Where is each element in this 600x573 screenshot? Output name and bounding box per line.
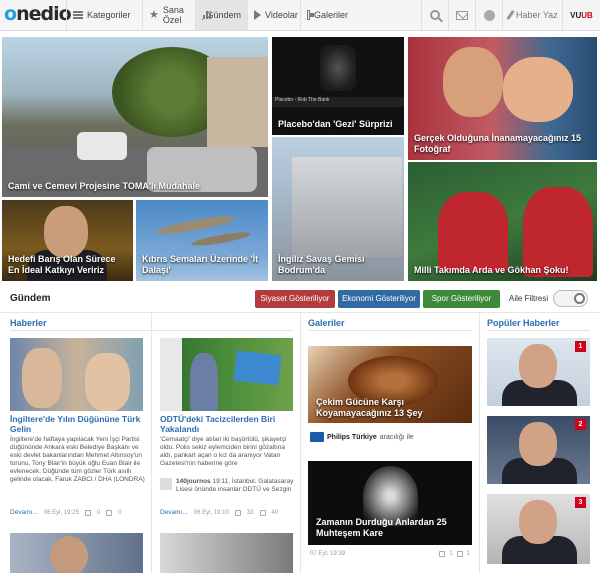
galeriler-heading[interactable]: Galeriler <box>308 318 345 328</box>
menu-icon <box>73 11 83 19</box>
nav-label: Videolar <box>265 10 298 20</box>
star-icon: ★ <box>149 9 159 21</box>
comment-count: 40 <box>271 509 279 516</box>
nav-kategoriler[interactable]: Kategoriler <box>66 0 142 30</box>
sponsor-row[interactable]: Philips Türkiye aracılığı ile <box>310 432 414 442</box>
search-icon <box>430 10 440 20</box>
hero-caption: Kıbrıs Semaları Üzerinde 'İt Dalaşı' <box>142 254 259 275</box>
share-count: 0 <box>96 509 101 516</box>
share-icon[interactable] <box>84 509 91 516</box>
nav-label: Galeriler <box>313 10 348 20</box>
gallery-date: 07 Eyl, 19:39 <box>310 551 346 557</box>
vuub-label: VUUB <box>570 10 593 20</box>
nav-gundem[interactable]: Gündem <box>195 0 247 30</box>
write-news-button[interactable]: Haber Yaz <box>502 0 562 30</box>
site-logo[interactable]: onedio <box>4 3 72 25</box>
news-image-bottom-2[interactable] <box>160 533 293 573</box>
hero-caption: İngiliz Savaş Gemisi Bodrum'da <box>278 254 365 275</box>
gundem-heading: Gündem <box>10 293 51 304</box>
gallery-icon <box>307 10 314 20</box>
news-title[interactable]: ODTÜ'deki Tacizcilerden Biri Yakalandı <box>160 414 296 434</box>
filter-ekonomi-button[interactable]: Ekonomi Gösteriliyor <box>338 290 420 308</box>
video-channel-label: Placebo - Rob The Bank <box>272 97 404 107</box>
hero-tile-milli-takim[interactable]: Milli Takımda Arda ve Gökhan Şoku! <box>408 162 597 281</box>
comment-icon[interactable] <box>106 509 113 516</box>
hero-caption: Cami ve Cemevi Projesine TOMA'lı Müdahal… <box>8 181 201 191</box>
share-icon[interactable] <box>439 551 446 557</box>
tweet-avatar <box>160 478 172 490</box>
messages-button[interactable] <box>448 0 475 30</box>
nav-galeriler[interactable]: Galeriler <box>300 0 354 30</box>
search-button[interactable] <box>421 0 448 30</box>
comment-icon[interactable] <box>456 551 463 557</box>
comment-count: 1 <box>466 551 470 557</box>
popular-item-1[interactable]: 1 <box>487 338 590 406</box>
sponsor-suffix: aracılığı ile <box>379 433 414 441</box>
pencil-icon <box>506 10 515 20</box>
filter-spor-button[interactable]: Spor Gösteriliyor <box>423 290 500 308</box>
globe-icon <box>483 9 495 21</box>
family-filter-label: Aile Filtresi <box>509 294 549 303</box>
news-image-odtu[interactable] <box>160 338 293 411</box>
popular-item-3[interactable]: 3 <box>487 494 590 564</box>
comment-count: 0 <box>118 509 122 516</box>
mail-icon <box>456 10 468 20</box>
write-label: Haber Yaz <box>516 10 558 20</box>
hero-tile-savas-gemisi[interactable]: İngiliz Savaş Gemisi Bodrum'da <box>272 137 404 281</box>
vuub-link[interactable]: VUUB <box>562 0 600 30</box>
tweet-user: 140journos <box>176 478 211 485</box>
share-count: 1 <box>449 551 453 557</box>
haberler-heading[interactable]: Haberler <box>10 318 47 328</box>
toggle-knob <box>574 293 585 304</box>
news-date: 06 Eyl, 19:10 <box>193 509 229 516</box>
hero-caption: Placebo'dan 'Gezi' Sürprizi <box>278 119 393 129</box>
hero-tile-toma[interactable]: Cami ve Cemevi Projesine TOMA'lı Müdahal… <box>2 37 268 197</box>
hero-tile-baris[interactable]: Hedefi Barış Olan Sürece En İdeal Katkıy… <box>2 200 133 281</box>
gallery-footer: 07 Eyl, 19:39 1 1 <box>310 551 470 557</box>
news-footer: Devamı... 06 Eyl, 19:25 0 0 <box>10 509 148 516</box>
news-image-ingiltere[interactable] <box>10 338 143 411</box>
hero-tile-placebo[interactable]: Placebo - Rob The Bank Placebo'dan 'Gezi… <box>272 37 404 135</box>
news-title[interactable]: İngiltere'de Yılın Düğününe Türk Gelin <box>10 414 148 434</box>
filter-siyaset-button[interactable]: Siyaset Gösteriliyor <box>255 290 335 308</box>
gallery-image-zaman[interactable]: Zamanın Durduğu Anlardan 25 Muhteşem Kar… <box>308 461 472 545</box>
hero-caption: Gerçek Olduğuna İnanamayacağınız 15 Foto… <box>414 133 582 154</box>
nav-label: Kategoriler <box>87 10 131 20</box>
family-filter-toggle[interactable] <box>553 290 588 307</box>
top-navigation: onedio Kategoriler ★ Sana Özel Gündem Vi… <box>0 0 600 31</box>
news-excerpt: 'Cemaatçi' diye atılan iki başörtülü, şi… <box>160 436 287 467</box>
read-more-link[interactable]: Devamı... <box>160 509 188 516</box>
gallery-image-cikolata[interactable]: Çekim Gücüne Karşı Koyamayacağınız 13 Şe… <box>308 346 472 423</box>
nav-label: Sana Özel <box>162 5 184 25</box>
hero-tile-kibris[interactable]: Kıbrıs Semaları Üzerinde 'İt Dalaşı' <box>136 200 268 281</box>
popular-rank-badge: 3 <box>575 497 586 508</box>
gallery-title: Çekim Gücüne Karşı Koyamayacağınız 13 Şe… <box>316 397 423 418</box>
play-icon <box>254 10 261 20</box>
philips-logo-icon <box>310 432 324 442</box>
nav-sana-ozel[interactable]: ★ Sana Özel <box>142 0 195 30</box>
embedded-tweet[interactable]: 140journos 19:11, İstanbul. Galatasaray … <box>160 478 296 494</box>
popular-rank-badge: 2 <box>575 419 586 430</box>
sponsor-name: Philips Türkiye <box>327 433 377 441</box>
profile-button[interactable] <box>475 0 502 30</box>
popular-rank-badge: 1 <box>575 341 586 352</box>
popular-item-2[interactable]: 2 <box>487 416 590 484</box>
hero-caption: Milli Takımda Arda ve Gökhan Şoku! <box>414 265 569 275</box>
news-footer: Devamı... 06 Eyl, 19:10 33 40 <box>160 509 296 516</box>
news-date: 06 Eyl, 19:25 <box>43 509 79 516</box>
hero-caption: Hedefi Barış Olan Sürece En İdeal Katkıy… <box>8 254 116 275</box>
comment-icon[interactable] <box>259 509 266 516</box>
nav-label: Gündem <box>206 10 241 20</box>
gallery-title: Zamanın Durduğu Anlardan 25 Muhteşem Kar… <box>316 517 447 538</box>
hero-tile-fotograf[interactable]: Gerçek Olduğuna İnanamayacağınız 15 Foto… <box>408 37 597 160</box>
share-icon[interactable] <box>234 509 241 516</box>
news-excerpt: İngiltere'de haftaya yapılacak Yeni İşçi… <box>10 436 145 483</box>
populer-heading[interactable]: Popüler Haberler <box>487 318 560 328</box>
read-more-link[interactable]: Devamı... <box>10 509 38 516</box>
share-count: 33 <box>246 509 254 516</box>
nav-videolar[interactable]: Videolar <box>247 0 300 30</box>
news-image-bottom-1[interactable] <box>10 533 143 573</box>
